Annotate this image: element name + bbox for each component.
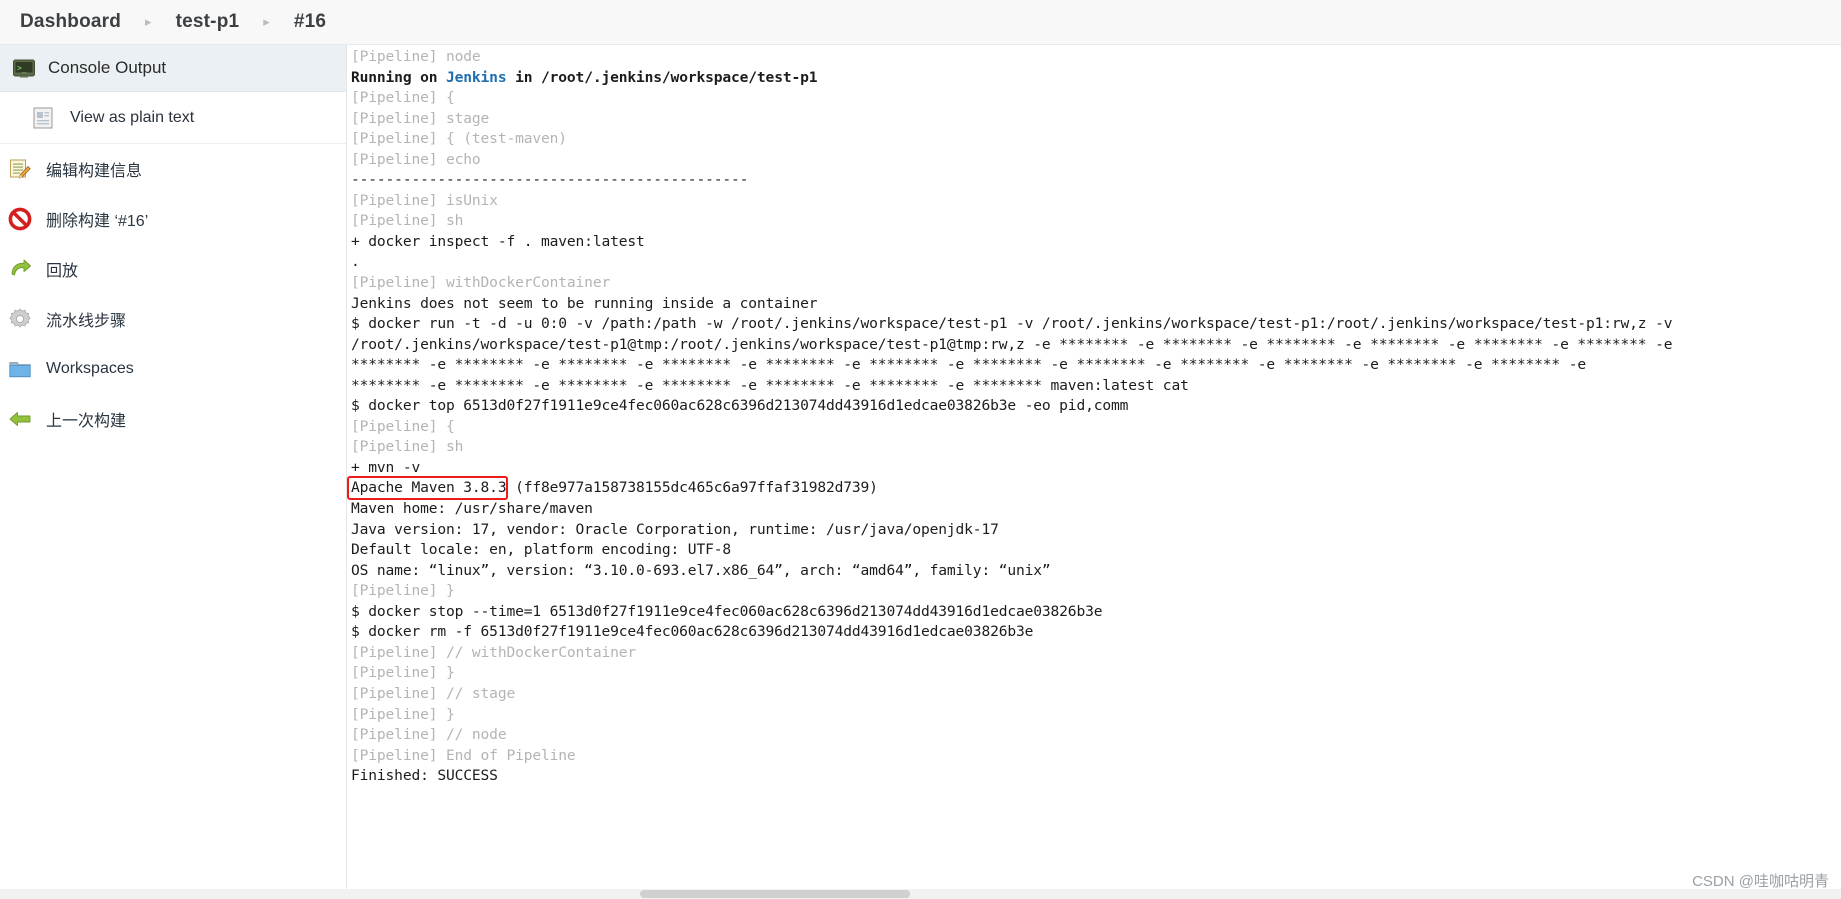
console-line: OS name: “linux”, version: “3.10.0-693.e… — [351, 561, 1051, 579]
console-line: [Pipeline] sh — [351, 212, 464, 230]
sidebar-item-label: Workspaces — [46, 360, 134, 377]
console-line: Finished: SUCCESS — [351, 767, 498, 785]
breadcrumb-item-dashboard[interactable]: Dashboard — [18, 11, 123, 33]
gear-icon — [8, 307, 32, 331]
console-line: [Pipeline] sh — [351, 438, 464, 456]
console-line: + docker inspect -f . maven:latest — [351, 232, 645, 250]
console-line: [Pipeline] isUnix — [351, 191, 498, 209]
console-line: $ docker top 6513d0f27f1911e9ce4fec060ac… — [351, 397, 1129, 415]
console-line: ******** -e ******** -e ******** -e ****… — [351, 356, 1586, 374]
console-line: $ docker rm -f 6513d0f27f1911e9ce4fec060… — [351, 623, 1034, 641]
console-line: /root/.jenkins/workspace/test-p1@tmp:/ro… — [351, 335, 1673, 353]
console-line: ----------------------------------------… — [351, 171, 749, 189]
console-output-pane[interactable]: [Pipeline] node Running on Jenkins in /ro… — [347, 45, 1841, 899]
console-line: [Pipeline] { (test-maven) — [351, 130, 567, 148]
breadcrumb: Dashboard ▸ test-p1 ▸ #16 — [0, 0, 1841, 45]
console-line: $ docker stop --time=1 6513d0f27f1911e9c… — [351, 602, 1103, 620]
console-line: [Pipeline] // node — [351, 726, 507, 744]
console-log: [Pipeline] node Running on Jenkins in /ro… — [351, 45, 1841, 787]
jenkins-console-page: Dashboard ▸ test-p1 ▸ #16 >_ Console Out… — [0, 0, 1841, 899]
sidebar-item-label: 上一次构建 — [46, 413, 127, 430]
console-line: [Pipeline] { — [351, 417, 455, 435]
sidebar-item-console-output[interactable]: >_ Console Output — [0, 45, 346, 92]
document-icon — [32, 106, 56, 130]
console-line: [Pipeline] } — [351, 664, 455, 682]
console-line: Apache Maven 3.8.3 (ff8e977a158738155dc4… — [351, 479, 878, 497]
sidebar-item-label: 流水线步骤 — [46, 313, 127, 330]
console-line: $ docker run -t -d -u 0:0 -v /path:/path… — [351, 315, 1673, 333]
console-line: Jenkins does not seem to be running insi… — [351, 294, 818, 312]
console-line: [Pipeline] node — [351, 48, 481, 65]
sidebar-item-label: 删除构建 ‘#16’ — [46, 213, 149, 230]
delete-forbidden-icon — [8, 207, 32, 231]
console-line: [Pipeline] // stage — [351, 684, 516, 702]
sidebar-item-previous-build[interactable]: 上一次构建 — [0, 394, 346, 444]
replay-arrow-icon — [8, 257, 32, 281]
sidebar-item-view-as-plain-text[interactable]: View as plain text — [0, 92, 346, 144]
back-arrow-icon — [8, 407, 32, 431]
console-line: [Pipeline] withDockerContainer — [351, 274, 611, 292]
breadcrumb-item-build[interactable]: #16 — [292, 11, 328, 33]
watermark: CSDN @哇咖咕明青 — [1692, 873, 1829, 890]
horizontal-scrollbar[interactable] — [0, 889, 1841, 899]
sidebar-item-pipeline-steps[interactable]: 流水线步骤 — [0, 294, 346, 344]
console-line: Running on Jenkins in /root/.jenkins/wor… — [351, 68, 818, 86]
console-line: [Pipeline] } — [351, 582, 455, 600]
console-line: [Pipeline] { — [351, 89, 455, 107]
sidebar-item-label: 回放 — [46, 263, 79, 280]
chevron-right-icon: ▸ — [263, 14, 270, 29]
sidebar: >_ Console Output View as plain text 编辑构… — [0, 45, 347, 899]
sidebar-item-edit-build-information[interactable]: 编辑构建信息 — [0, 144, 346, 194]
breadcrumb-item-job[interactable]: test-p1 — [174, 11, 242, 33]
sidebar-item-replay[interactable]: 回放 — [0, 244, 346, 294]
console-line: [Pipeline] stage — [351, 109, 490, 127]
terminal-icon: >_ — [12, 56, 36, 80]
svg-text:>_: >_ — [17, 64, 27, 73]
console-line: [Pipeline] } — [351, 705, 455, 723]
edit-note-icon — [8, 157, 32, 181]
console-line: Default locale: en, platform encoding: U… — [351, 541, 731, 559]
sidebar-item-workspaces[interactable]: Workspaces — [0, 344, 346, 394]
console-line: [Pipeline] echo — [351, 150, 481, 168]
console-line: [Pipeline] End of Pipeline — [351, 746, 576, 764]
console-line: + mvn -v — [351, 458, 421, 476]
sidebar-item-delete-build[interactable]: 删除构建 ‘#16’ — [0, 194, 346, 244]
chevron-right-icon: ▸ — [145, 14, 152, 29]
folder-icon — [8, 357, 32, 381]
console-line: [Pipeline] // withDockerContainer — [351, 643, 636, 661]
scrollbar-thumb[interactable] — [640, 890, 910, 898]
sidebar-item-label: 编辑构建信息 — [46, 163, 143, 180]
sidebar-item-label: Console Output — [48, 58, 167, 77]
sidebar-item-label: View as plain text — [70, 108, 195, 126]
console-line: . — [351, 253, 360, 271]
console-line: Java version: 17, vendor: Oracle Corpora… — [351, 520, 999, 538]
console-line: ******** -e ******** -e ******** -e ****… — [351, 376, 1189, 394]
console-line: Maven home: /usr/share/maven — [351, 500, 593, 518]
